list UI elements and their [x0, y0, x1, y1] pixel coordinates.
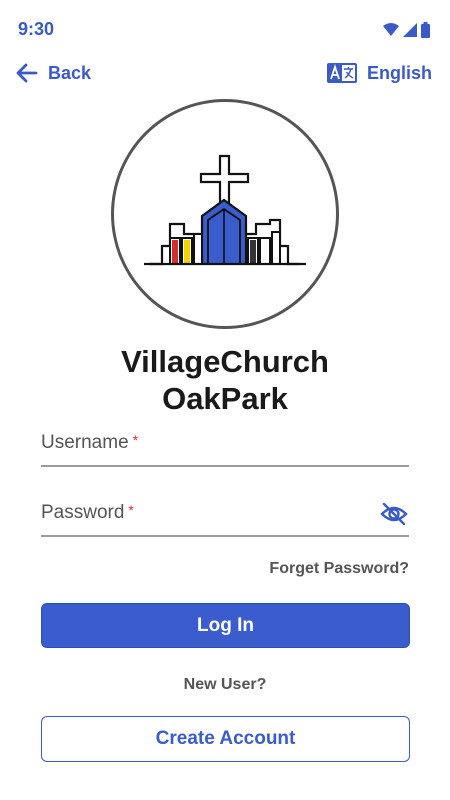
required-mark: *: [132, 432, 139, 448]
translate-icon: [326, 63, 357, 83]
forget-password-link[interactable]: Forget Password?: [269, 560, 409, 578]
username-placeholder: Username *: [41, 432, 139, 453]
password-placeholder: Password *: [41, 502, 134, 523]
organization-name-line1: VillageChurch: [121, 344, 329, 379]
username-field[interactable]: Username *: [41, 427, 409, 467]
required-mark: *: [128, 502, 134, 518]
wifi-icon: [383, 23, 399, 36]
create-account-button[interactable]: Create Account: [41, 716, 410, 762]
organization-name: VillageChurch OakPark: [0, 343, 450, 417]
organization-name-line2: OakPark: [162, 381, 288, 416]
language-label: English: [366, 62, 432, 83]
status-time: 9:30: [18, 19, 55, 39]
arrow-left-icon: [16, 63, 38, 83]
language-selector[interactable]: English: [326, 59, 432, 87]
login-screen: 9:30 Back English VillageChurch OakPark …: [0, 0, 450, 800]
eye-off-icon[interactable]: [379, 499, 409, 529]
new-user-label: New User?: [183, 676, 267, 693]
login-button[interactable]: Log In: [41, 603, 410, 648]
status-icons: [383, 22, 430, 38]
back-button[interactable]: Back: [16, 59, 91, 87]
status-bar: 9:30: [0, 0, 450, 60]
back-label: Back: [48, 62, 92, 83]
password-field[interactable]: Password *: [41, 497, 409, 537]
church-logo: [111, 99, 339, 329]
signal-icon: [403, 23, 417, 37]
battery-icon: [421, 22, 430, 38]
church-icon: [144, 154, 306, 266]
